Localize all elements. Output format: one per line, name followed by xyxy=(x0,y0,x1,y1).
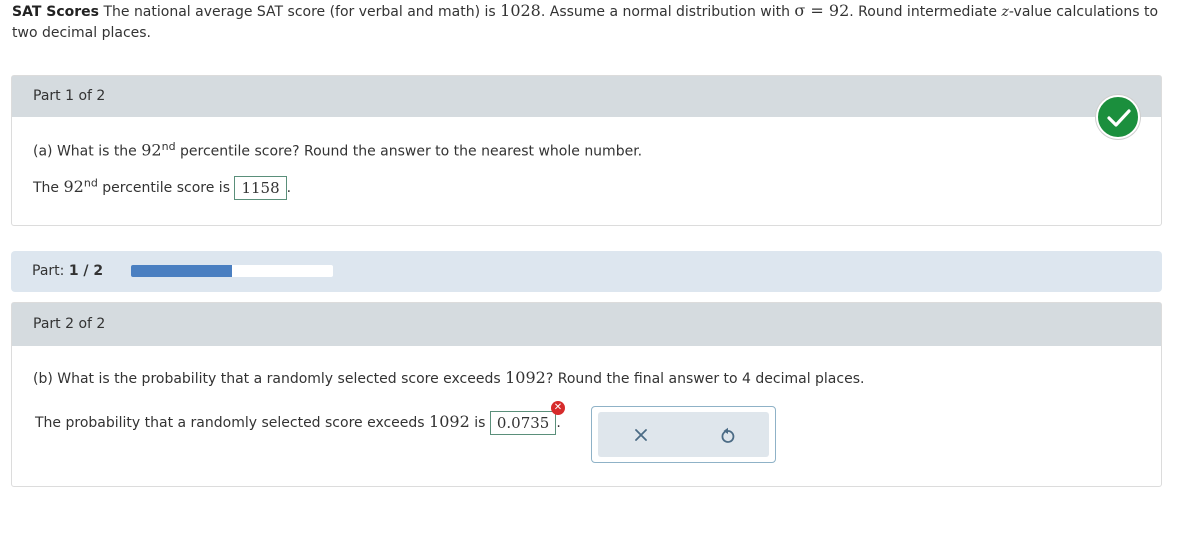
answer-text: is xyxy=(469,415,490,431)
question-text: ? Round the final answer to 4 decimal pl… xyxy=(545,371,865,387)
progress-track xyxy=(131,265,333,277)
progress-value: 1 / 2 xyxy=(68,263,104,279)
question-text: (b) What is the probability that a rando… xyxy=(33,371,506,387)
answer-text: The probability that a randomly selected… xyxy=(35,415,430,431)
problem-text: . Assume a normal distribution with xyxy=(540,4,795,20)
undo-icon xyxy=(721,427,735,443)
threshold-value: 1092 xyxy=(505,368,546,387)
percentile-number: 92 xyxy=(141,140,162,160)
part-1-panel: Part 1 of 2 (a) What is the 92nd percent… xyxy=(11,75,1162,226)
problem-statement: SAT Scores The national average SAT scor… xyxy=(12,0,1162,44)
answer-input-part-1[interactable]: 1158 xyxy=(234,176,287,200)
problem-text: . Round intermediate xyxy=(849,4,1002,20)
progress-bar-section: Part: 1 / 2 xyxy=(11,251,1162,292)
sigma-value: σ = 92 xyxy=(794,1,850,20)
problem-text: The national average SAT score (for verb… xyxy=(99,4,501,20)
close-icon xyxy=(635,428,647,441)
part-1-answer-line: The 92nd percentile score is 1158. xyxy=(33,176,291,200)
part-1-question: (a) What is the 92nd percentile score? R… xyxy=(33,140,642,160)
part-2-answer-line: The probability that a randomly selected… xyxy=(35,411,561,435)
answer-text: The xyxy=(33,180,64,196)
mean-value: 1028 xyxy=(500,1,541,20)
correct-check-icon xyxy=(1096,95,1140,139)
percentile-number: 92 xyxy=(63,177,84,196)
progress-text: Part: xyxy=(32,263,69,279)
threshold-value: 1092 xyxy=(429,412,470,431)
answer-input-part-2[interactable]: 0.0735 xyxy=(489,411,557,435)
answer-tools-panel xyxy=(591,406,776,463)
question-text: percentile score? Round the answer to th… xyxy=(175,143,643,160)
question-text: (a) What is the xyxy=(33,143,142,160)
progress-label: Part: 1 / 2 xyxy=(32,251,103,292)
part-1-header: Part 1 of 2 xyxy=(12,76,1161,117)
undo-button[interactable] xyxy=(698,412,758,457)
answer-text: . xyxy=(556,415,561,431)
part-2-question: (b) What is the probability that a rando… xyxy=(33,368,864,387)
z-symbol: z xyxy=(1001,4,1009,20)
tools-bar xyxy=(598,412,769,457)
problem-title: SAT Scores xyxy=(12,4,99,20)
progress-fill xyxy=(131,265,232,277)
answer-text: . xyxy=(286,180,292,196)
answer-text: percentile score is xyxy=(97,180,235,196)
clear-button[interactable] xyxy=(611,412,671,457)
part-2-panel: Part 2 of 2 (b) What is the probability … xyxy=(11,302,1162,487)
percentile-suffix: nd xyxy=(161,140,176,153)
part-2-header: Part 2 of 2 xyxy=(12,303,1161,346)
incorrect-x-icon: ✕ xyxy=(551,401,565,415)
percentile-suffix: nd xyxy=(83,176,98,190)
